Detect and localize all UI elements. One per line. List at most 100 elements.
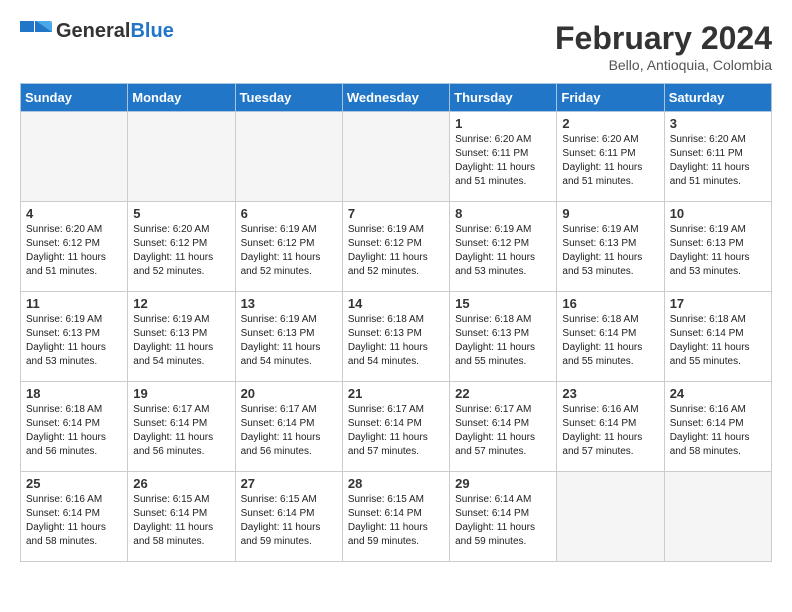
calendar-cell: 13 Sunrise: 6:19 AM Sunset: 6:13 PM Dayli… (235, 292, 342, 382)
week-row-2: 11Sunrise: 6:19 AM Sunset: 6:13 PM Dayli… (21, 292, 772, 382)
day-info: Sunrise: 6:20 AM Sunset: 6:12 PM Dayligh… (133, 223, 229, 279)
day-number: 4 (26, 206, 122, 221)
day-number: 22 (455, 386, 551, 401)
calendar-cell (557, 472, 664, 562)
day-number: 5 (133, 206, 229, 221)
day-number: 7 (348, 206, 444, 221)
day-number: 29 (455, 476, 551, 491)
day-info: Sunrise: 6:16 AM Sunset: 6:14 PM Dayligh… (670, 403, 766, 459)
calendar-cell: 9 Sunrise: 6:19 AM Sunset: 6:13 PM Daylig… (557, 202, 664, 292)
day-info: Sunrise: 6:18 AM Sunset: 6:13 PM Dayligh… (348, 313, 444, 369)
calendar-table: SundayMondayTuesdayWednesdayThursdayFrid… (20, 83, 772, 562)
day-info: Sunrise: 6:18 AM Sunset: 6:14 PM Dayligh… (26, 403, 122, 459)
day-number: 9 (562, 206, 658, 221)
day-number: 1 (455, 116, 551, 131)
calendar-cell: 18 Sunrise: 6:18 AM Sunset: 6:14 PM Dayli… (21, 382, 128, 472)
day-info: Sunrise: 6:19 AM Sunset: 6:12 PM Dayligh… (455, 223, 551, 279)
calendar-cell: 10 Sunrise: 6:19 AM Sunset: 6:13 PM Dayli… (664, 202, 771, 292)
calendar-cell: 5 Sunrise: 6:20 AM Sunset: 6:12 PM Daylig… (128, 202, 235, 292)
calendar-cell: 6 Sunrise: 6:19 AM Sunset: 6:12 PM Daylig… (235, 202, 342, 292)
day-number: 14 (348, 296, 444, 311)
day-number: 26 (133, 476, 229, 491)
day-info: Sunrise: 6:19 AM Sunset: 6:13 PM Dayligh… (562, 223, 658, 279)
weekday-header-monday: Monday (128, 84, 235, 112)
page-header: GeneralBlue February 2024 Bello, Antioqu… (20, 20, 772, 73)
weekday-header-tuesday: Tuesday (235, 84, 342, 112)
calendar-cell: 1 Sunrise: 6:20 AM Sunset: 6:11 PM Daylig… (450, 112, 557, 202)
calendar-cell: 26 Sunrise: 6:15 AM Sunset: 6:14 PM Dayli… (128, 472, 235, 562)
day-info: Sunrise: 6:18 AM Sunset: 6:14 PM Dayligh… (562, 313, 658, 369)
day-info: Sunrise: 6:20 AM Sunset: 6:11 PM Dayligh… (562, 133, 658, 189)
day-number: 24 (670, 386, 766, 401)
day-info: Sunrise: 6:15 AM Sunset: 6:14 PM Dayligh… (133, 493, 229, 549)
day-number: 2 (562, 116, 658, 131)
title-block: February 2024 Bello, Antioquia, Colombia (555, 20, 772, 73)
weekday-header-friday: Friday (557, 84, 664, 112)
day-number: 8 (455, 206, 551, 221)
day-number: 27 (241, 476, 337, 491)
weekday-header-wednesday: Wednesday (342, 84, 449, 112)
day-info: Sunrise: 6:20 AM Sunset: 6:12 PM Dayligh… (26, 223, 122, 279)
day-info: Sunrise: 6:19 AM Sunset: 6:12 PM Dayligh… (241, 223, 337, 279)
weekday-header-sunday: Sunday (21, 84, 128, 112)
day-info: Sunrise: 6:19 AM Sunset: 6:13 PM Dayligh… (241, 313, 337, 369)
calendar-cell: 25Sunrise: 6:16 AM Sunset: 6:14 PM Dayli… (21, 472, 128, 562)
weekday-header-thursday: Thursday (450, 84, 557, 112)
calendar-cell (342, 112, 449, 202)
calendar-cell: 20 Sunrise: 6:17 AM Sunset: 6:14 PM Dayli… (235, 382, 342, 472)
day-info: Sunrise: 6:17 AM Sunset: 6:14 PM Dayligh… (455, 403, 551, 459)
calendar-cell: 15 Sunrise: 6:18 AM Sunset: 6:13 PM Dayli… (450, 292, 557, 382)
day-number: 3 (670, 116, 766, 131)
day-number: 16 (562, 296, 658, 311)
week-row-0: 1 Sunrise: 6:20 AM Sunset: 6:11 PM Daylig… (21, 112, 772, 202)
week-row-1: 4 Sunrise: 6:20 AM Sunset: 6:12 PM Daylig… (21, 202, 772, 292)
day-number: 23 (562, 386, 658, 401)
day-number: 15 (455, 296, 551, 311)
day-number: 21 (348, 386, 444, 401)
day-info: Sunrise: 6:17 AM Sunset: 6:14 PM Dayligh… (241, 403, 337, 459)
calendar-cell (235, 112, 342, 202)
calendar-cell: 23Sunrise: 6:16 AM Sunset: 6:14 PM Dayli… (557, 382, 664, 472)
calendar-cell: 4 Sunrise: 6:20 AM Sunset: 6:12 PM Daylig… (21, 202, 128, 292)
day-number: 13 (241, 296, 337, 311)
day-number: 6 (241, 206, 337, 221)
day-info: Sunrise: 6:18 AM Sunset: 6:14 PM Dayligh… (670, 313, 766, 369)
week-row-3: 18 Sunrise: 6:18 AM Sunset: 6:14 PM Dayli… (21, 382, 772, 472)
day-info: Sunrise: 6:18 AM Sunset: 6:13 PM Dayligh… (455, 313, 551, 369)
calendar-cell: 2 Sunrise: 6:20 AM Sunset: 6:11 PM Daylig… (557, 112, 664, 202)
day-number: 28 (348, 476, 444, 491)
day-info: Sunrise: 6:15 AM Sunset: 6:14 PM Dayligh… (241, 493, 337, 549)
day-number: 20 (241, 386, 337, 401)
day-info: Sunrise: 6:19 AM Sunset: 6:13 PM Dayligh… (133, 313, 229, 369)
month-title: February 2024 (555, 20, 772, 57)
calendar-cell: 7Sunrise: 6:19 AM Sunset: 6:12 PM Daylig… (342, 202, 449, 292)
day-number: 12 (133, 296, 229, 311)
calendar-cell: 21 Sunrise: 6:17 AM Sunset: 6:14 PM Dayli… (342, 382, 449, 472)
location: Bello, Antioquia, Colombia (555, 57, 772, 73)
day-info: Sunrise: 6:19 AM Sunset: 6:13 PM Dayligh… (670, 223, 766, 279)
calendar-cell: 24 Sunrise: 6:16 AM Sunset: 6:14 PM Dayli… (664, 382, 771, 472)
day-info: Sunrise: 6:14 AM Sunset: 6:14 PM Dayligh… (455, 493, 551, 549)
calendar-cell: 28 Sunrise: 6:15 AM Sunset: 6:14 PM Dayli… (342, 472, 449, 562)
day-info: Sunrise: 6:20 AM Sunset: 6:11 PM Dayligh… (455, 133, 551, 189)
day-info: Sunrise: 6:17 AM Sunset: 6:14 PM Dayligh… (348, 403, 444, 459)
calendar-cell (128, 112, 235, 202)
day-number: 17 (670, 296, 766, 311)
day-info: Sunrise: 6:15 AM Sunset: 6:14 PM Dayligh… (348, 493, 444, 549)
calendar-cell: 14 Sunrise: 6:18 AM Sunset: 6:13 PM Dayli… (342, 292, 449, 382)
calendar-cell: 12 Sunrise: 6:19 AM Sunset: 6:13 PM Dayli… (128, 292, 235, 382)
day-number: 19 (133, 386, 229, 401)
weekday-header-saturday: Saturday (664, 84, 771, 112)
calendar-cell (664, 472, 771, 562)
calendar-cell: 8 Sunrise: 6:19 AM Sunset: 6:12 PM Daylig… (450, 202, 557, 292)
day-info: Sunrise: 6:17 AM Sunset: 6:14 PM Dayligh… (133, 403, 229, 459)
calendar-cell: 27 Sunrise: 6:15 AM Sunset: 6:14 PM Dayli… (235, 472, 342, 562)
day-number: 18 (26, 386, 122, 401)
logo: GeneralBlue (20, 20, 174, 43)
calendar-cell: 16 Sunrise: 6:18 AM Sunset: 6:14 PM Dayli… (557, 292, 664, 382)
day-number: 10 (670, 206, 766, 221)
day-number: 25 (26, 476, 122, 491)
calendar-cell (21, 112, 128, 202)
logo-blue: Blue (130, 20, 173, 42)
calendar-cell: 19 Sunrise: 6:17 AM Sunset: 6:14 PM Dayli… (128, 382, 235, 472)
